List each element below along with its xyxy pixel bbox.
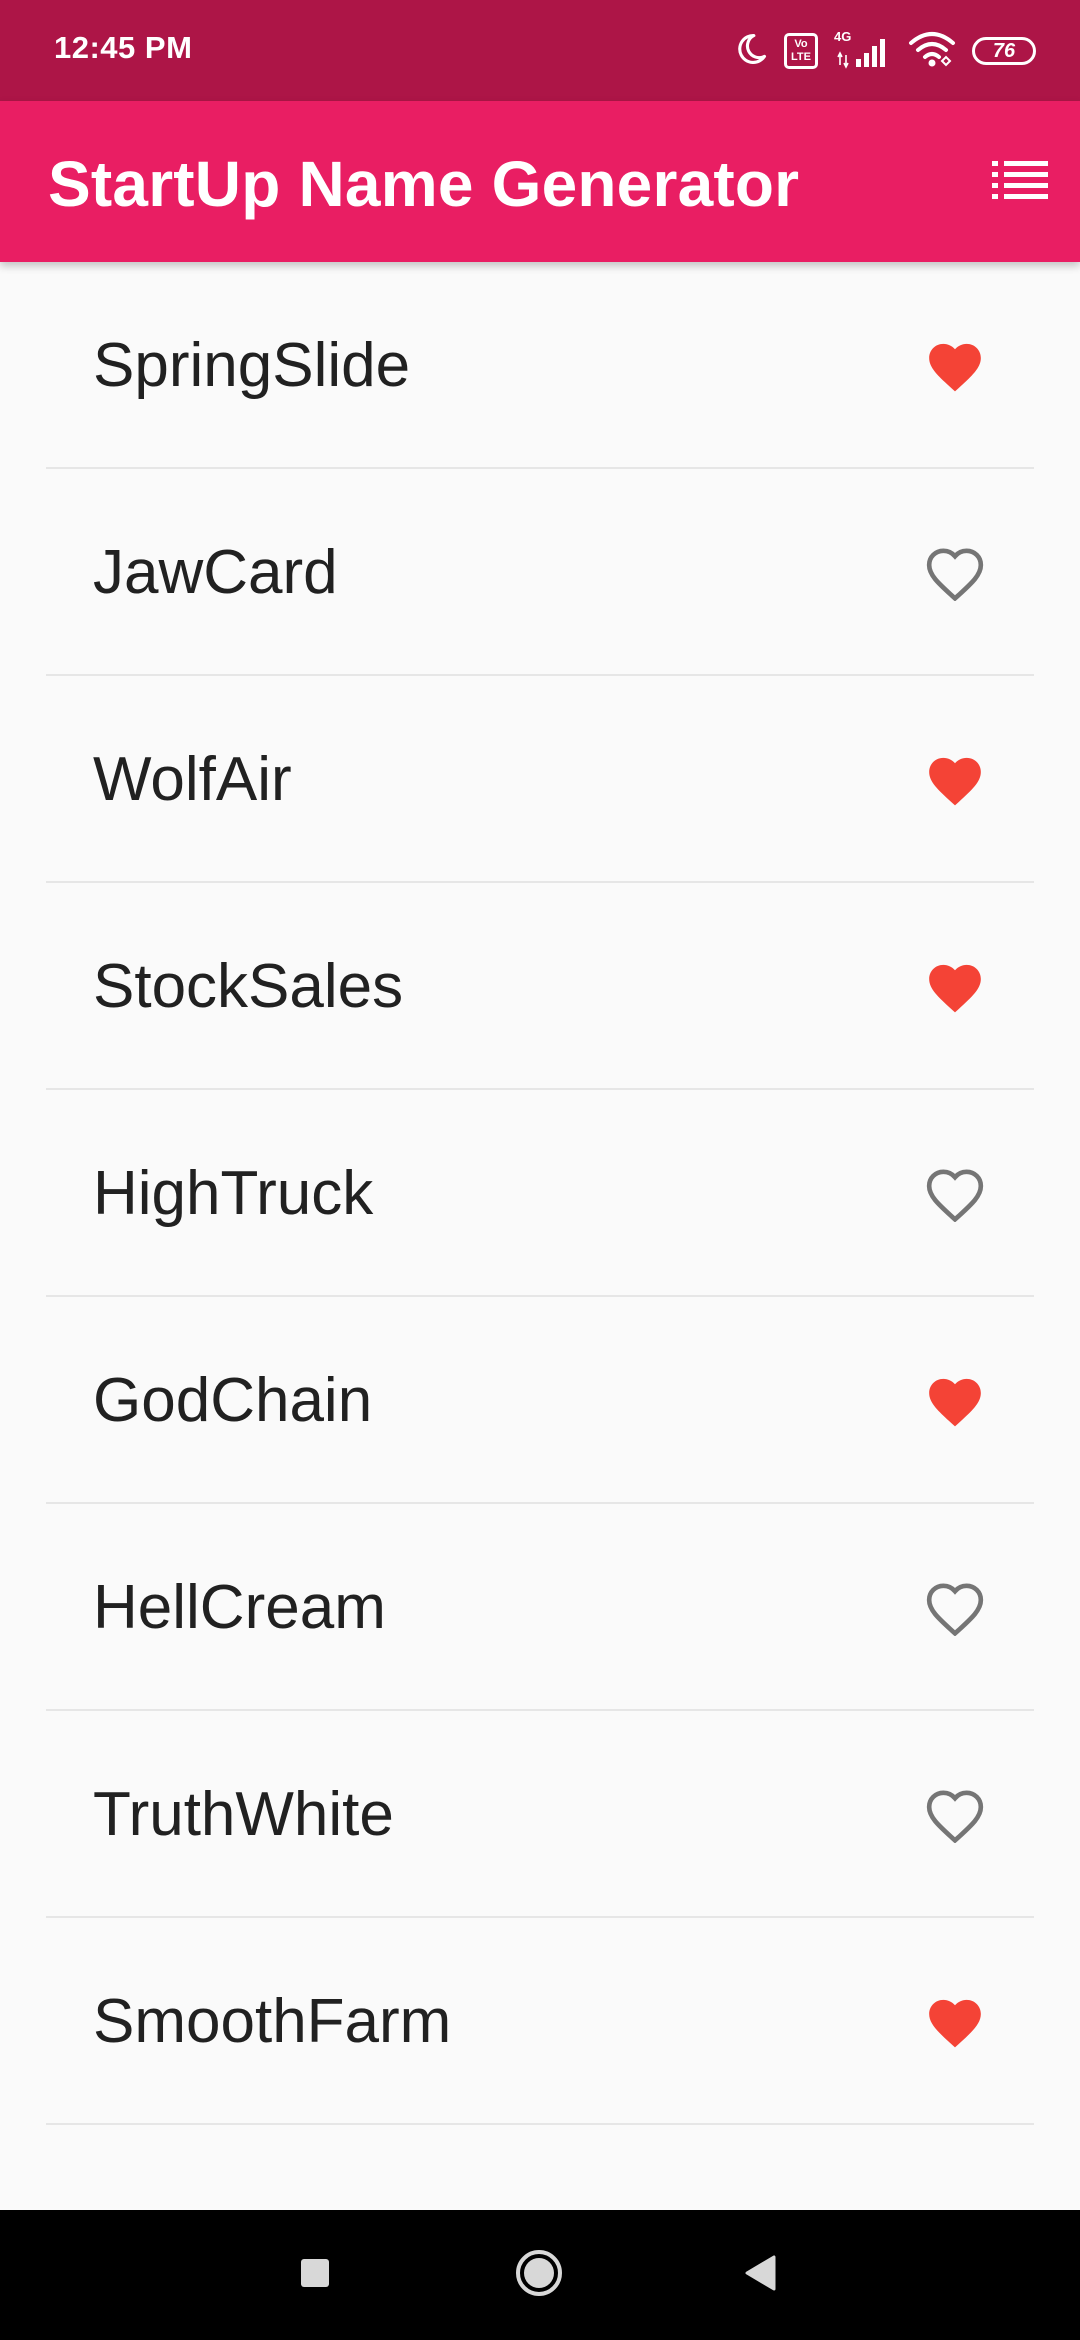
list-item[interactable]: StockSales [46, 883, 1034, 1090]
list-item-name: StockSales [93, 952, 404, 1021]
list-item-name: GodChain [93, 1366, 373, 1435]
app-bar: StartUp Name Generator [0, 101, 1080, 262]
recents-button[interactable] [285, 2245, 345, 2305]
word-list: SpringSlide JawCard WolfAir StockSales H… [46, 262, 1034, 2125]
list-item-name: HighTruck [93, 1159, 374, 1228]
favorite-heart-icon[interactable] [924, 1371, 986, 1429]
list-item[interactable]: HighTruck [46, 1090, 1034, 1297]
list-item[interactable]: SmoothFarm [46, 1918, 1034, 2125]
list-item-name: WolfAir [93, 745, 292, 814]
list-item-name: HellCream [93, 1573, 386, 1642]
volte-icon: Vo LTE [784, 33, 818, 69]
favorite-heart-icon[interactable] [924, 1164, 986, 1222]
battery-icon: 76 [972, 37, 1036, 65]
list-item[interactable]: SpringSlide [46, 262, 1034, 469]
list-item[interactable]: GodChain [46, 1297, 1034, 1504]
list-item[interactable]: WolfAir [46, 676, 1034, 883]
signal-icon: 4G [834, 29, 892, 69]
list-item-name: TruthWhite [93, 1780, 394, 1849]
status-bar: 12:45 PM Vo LTE 4G 76 [0, 0, 1080, 101]
favorite-heart-icon[interactable] [924, 1578, 986, 1636]
list-item-name: SmoothFarm [93, 1987, 452, 2056]
square-icon [299, 2257, 331, 2294]
status-time: 12:45 PM [54, 30, 193, 65]
favorite-heart-icon[interactable] [924, 750, 986, 808]
wifi-icon [908, 31, 956, 72]
favorite-heart-icon[interactable] [924, 543, 986, 601]
back-button[interactable] [730, 2245, 790, 2305]
moon-icon [734, 31, 768, 72]
app-title: StartUp Name Generator [48, 148, 800, 220]
navigation-bar [0, 2210, 1080, 2340]
saved-list-button[interactable] [980, 141, 1060, 221]
list-item-name: SpringSlide [93, 331, 411, 400]
list-item[interactable]: JawCard [46, 469, 1034, 676]
list-item-name: JawCard [93, 538, 338, 607]
favorite-heart-icon[interactable] [924, 1992, 986, 2050]
list-item[interactable]: TruthWhite [46, 1711, 1034, 1918]
status-icons: Vo LTE 4G 76 [734, 28, 1036, 74]
favorite-heart-icon[interactable] [924, 1785, 986, 1843]
list-icon [992, 159, 1048, 204]
home-button[interactable] [509, 2245, 569, 2305]
circle-icon [514, 2248, 564, 2303]
favorite-heart-icon[interactable] [924, 336, 986, 394]
list-item[interactable]: HellCream [46, 1504, 1034, 1711]
favorite-heart-icon[interactable] [924, 957, 986, 1015]
triangle-back-icon [742, 2254, 778, 2297]
